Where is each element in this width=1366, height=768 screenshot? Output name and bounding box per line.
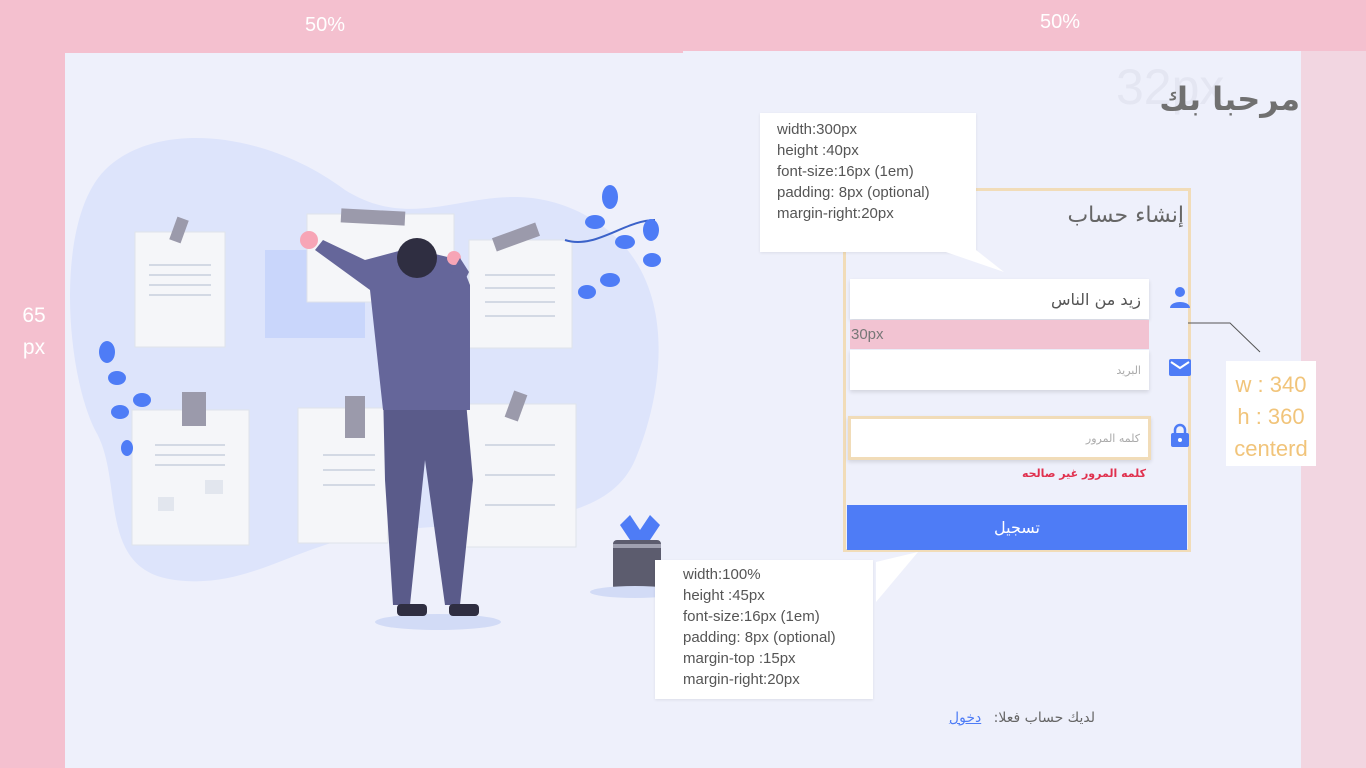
password-field[interactable]: كلمه المرور bbox=[848, 416, 1151, 460]
button-spec-line: margin-top :15px bbox=[683, 650, 796, 667]
side-padding-annotation: 65 px bbox=[14, 300, 54, 364]
button-spec-callout: width:100% height :45px font-size:16px (… bbox=[655, 560, 873, 699]
signin-prompt: لديك حساب فعلا: دخول bbox=[940, 710, 1095, 726]
input-callout-tail bbox=[940, 250, 1004, 272]
email-field[interactable]: البريد bbox=[850, 350, 1149, 390]
mail-icon bbox=[1169, 359, 1191, 376]
button-spec-line: height :45px bbox=[683, 587, 765, 604]
left-width-annotation: 50% bbox=[305, 14, 346, 36]
signin-link[interactable]: دخول bbox=[949, 710, 981, 726]
register-button[interactable]: تسجيل bbox=[847, 505, 1187, 550]
input-spec-line: height :40px bbox=[777, 142, 859, 159]
welcome-heading: مرحبا بك bbox=[1159, 80, 1300, 118]
size-connector-line bbox=[1188, 322, 1261, 353]
canvas-right-edge bbox=[683, 51, 1301, 54]
hero-illustration bbox=[70, 137, 680, 630]
password-error-message: كلمه المرور غير صالحه bbox=[1021, 467, 1146, 480]
card-size-annotation: w : 340 h : 360 centerd bbox=[1226, 361, 1316, 466]
input-spec-line: font-size:16px (1em) bbox=[777, 163, 914, 180]
button-callout-tail bbox=[876, 552, 918, 602]
side-padding-unit: px bbox=[22, 336, 46, 359]
button-spec-line: font-size:16px (1em) bbox=[683, 608, 820, 625]
right-width-annotation: 50% bbox=[1040, 11, 1081, 33]
card-height-annotation: h : 360 bbox=[1237, 404, 1305, 429]
card-position-annotation: centerd bbox=[1234, 436, 1308, 461]
signin-prompt-text: لديك حساب فعلا: bbox=[993, 710, 1095, 726]
form-title: إنشاء حساب bbox=[1067, 203, 1184, 228]
card-width-annotation: w : 340 bbox=[1235, 372, 1307, 397]
input-spec-line: padding: 8px (optional) bbox=[777, 184, 930, 201]
field-gap-annotation: 30px bbox=[850, 320, 1149, 349]
button-spec-line: width:100% bbox=[683, 566, 761, 583]
name-field[interactable]: زيد من الناس bbox=[850, 279, 1149, 319]
user-icon bbox=[1170, 287, 1190, 308]
input-spec-callout: width:300px height :40px font-size:16px … bbox=[760, 113, 976, 252]
input-spec-line: margin-right:20px bbox=[777, 205, 894, 222]
lock-icon bbox=[1171, 423, 1189, 447]
side-padding-value: 65 bbox=[22, 304, 46, 327]
input-spec-line: width:300px bbox=[777, 121, 858, 138]
button-spec-line: padding: 8px (optional) bbox=[683, 629, 836, 646]
button-spec-line: margin-right:20px bbox=[683, 671, 800, 688]
